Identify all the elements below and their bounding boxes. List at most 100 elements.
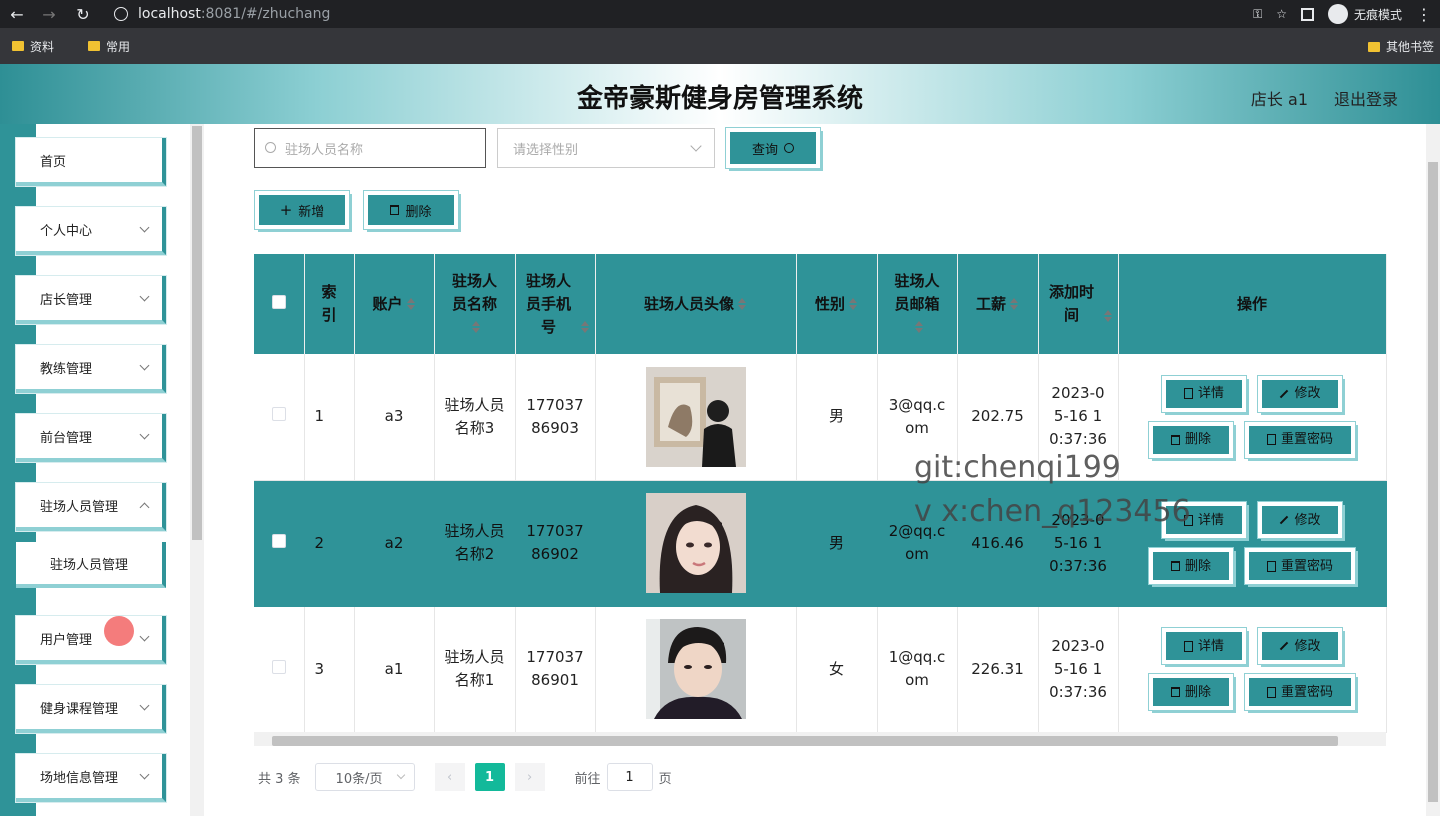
th-added[interactable]: 添加时间 [1038,254,1119,354]
add-button[interactable]: + 新增 [255,191,349,229]
key-icon[interactable]: ⚿ [1253,7,1262,22]
th-account[interactable]: 账户 [354,254,435,354]
sidebar-item-manager[interactable]: 店长管理 [16,276,166,324]
avatar[interactable] [645,493,746,593]
sort-icon[interactable] [738,298,747,310]
goto-page-input[interactable]: 1 [606,763,653,791]
th-label: 添加时间 [1048,283,1094,324]
delete-button[interactable]: 删除 [1149,674,1233,710]
sidebar-item-users[interactable]: 用户管理 [16,616,166,664]
th-label: 驻场人员头像 [643,294,734,313]
add-label: 新增 [298,204,325,220]
avatar[interactable] [645,366,746,467]
sort-icon[interactable] [849,298,858,310]
sidebar-item-courses[interactable]: 健身课程管理 [16,685,166,733]
th-salary[interactable]: 工薪 [957,254,1039,354]
row-actions: 详情 修改 删除 重置密码 [1119,628,1386,710]
cell-phone: 17703786901 [515,606,596,733]
th-avatar[interactable]: 驻场人员头像 [595,254,797,354]
sidebar-item-venues[interactable]: 场地信息管理 [16,754,166,802]
main-scroll-thumb[interactable] [1428,162,1438,802]
detail-button[interactable]: 详情 [1162,628,1246,664]
delete-label: 删除 [1184,432,1211,448]
bookmark-folder-changyong[interactable]: 常用 [88,38,130,55]
detail-button[interactable]: 详情 [1162,375,1246,412]
table-scroll-thumb[interactable] [272,736,1338,746]
page-size-select[interactable]: 10条/页 [314,763,415,791]
th-phone[interactable]: 驻场人员手机号 [515,254,596,354]
star-icon[interactable]: ☆ [1276,7,1287,21]
avatar[interactable] [645,619,746,719]
th-index: 索引 [304,254,355,354]
prev-page-button[interactable]: ‹ [434,763,465,791]
reload-icon[interactable]: ↻ [72,3,94,25]
page-number-current[interactable]: 1 [474,763,505,791]
search-icon [784,143,794,153]
sidebar-item-staff[interactable]: 驻场人员管理 [16,483,166,531]
chevron-down-icon [139,769,150,780]
th-label: 驻场人员名称 [451,271,497,313]
sort-icon[interactable] [472,321,481,333]
app-title: 金帝豪斯健身房管理系统 [576,84,863,114]
select-all-checkbox[interactable] [271,294,286,309]
cell-name: 驻场人员名称3 [434,354,516,481]
bookmark-label: 资料 [30,39,55,54]
row-checkbox[interactable] [271,407,286,422]
detail-label: 详情 [1197,638,1224,654]
trash-icon [1170,434,1180,445]
edit-button[interactable]: 修改 [1258,502,1342,538]
table-row: 3 a1 驻场人员名称1 17703786901 女 1@qq.com 226.… [254,606,1387,733]
forward-arrow-icon[interactable]: → [38,3,60,25]
cell-name-text: 驻场人员名称3 [444,395,505,437]
sidebar-item-coach[interactable]: 教练管理 [16,345,166,393]
next-page-button[interactable]: › [514,763,545,791]
folder-icon [88,41,101,51]
logout-link[interactable]: 退出登录 [1334,86,1398,110]
th-gender[interactable]: 性别 [796,254,878,354]
sidebar-item-frontdesk[interactable]: 前台管理 [16,414,166,462]
chevron-down-icon [139,700,150,711]
delete-button[interactable]: 删除 [1149,421,1233,458]
th-name[interactable]: 驻场人员名称 [434,254,516,354]
menu-dots-icon[interactable]: ⋮ [1416,5,1432,24]
th-email[interactable]: 驻场人员邮箱 [877,254,958,354]
th-label: 操作 [1236,294,1267,313]
sort-icon[interactable] [914,321,924,333]
edit-button[interactable]: 修改 [1258,375,1342,412]
incognito-indicator[interactable]: 无痕模式 [1327,4,1402,24]
row-checkbox[interactable] [271,659,286,674]
sort-icon[interactable] [406,298,416,310]
delete-button[interactable]: 删除 [1149,548,1233,584]
incognito-label: 无痕模式 [1353,7,1402,22]
sort-icon[interactable] [1103,309,1113,322]
row-select-cell [254,606,305,733]
sidebar-item-home[interactable]: 首页 [16,138,166,186]
reset-password-button[interactable]: 重置密码 [1245,548,1355,584]
other-bookmarks[interactable]: 其他书签 [1367,38,1434,55]
th-label: 工薪 [975,294,1006,313]
sidebar-toggle-icon[interactable] [1300,7,1314,21]
query-button[interactable]: 查询 [726,128,820,168]
sidebar-item-profile[interactable]: 个人中心 [16,207,166,255]
cell-phone-text: 17703786902 [526,522,584,563]
batch-delete-button[interactable]: 删除 [364,191,458,229]
sidebar-scroll-thumb[interactable] [192,126,202,540]
chevron-down-icon [139,291,150,302]
edit-button[interactable]: 修改 [1258,628,1342,664]
sidebar-subitem-staff-management[interactable]: 驻场人员管理 [16,542,166,588]
reset-password-button[interactable]: 重置密码 [1245,421,1355,458]
address-bar[interactable]: localhost:8081/#/zhuchang [104,2,1274,26]
reset-password-button[interactable]: 重置密码 [1245,674,1355,710]
sort-icon[interactable] [1010,298,1019,310]
bookmark-folder-ziliao[interactable]: 资料 [12,38,54,55]
back-arrow-icon[interactable]: ← [6,3,28,25]
sidebar-item-label: 驻场人员管理 [40,499,119,515]
gender-select[interactable]: 请选择性别 [497,128,715,168]
pencil-icon [1280,515,1289,525]
th-label: 账户 [372,294,403,313]
search-input[interactable]: 驻场人员名称 [254,128,486,168]
info-icon[interactable] [114,7,128,21]
cell-email: 1@qq.com [877,606,958,733]
sort-icon[interactable] [580,321,590,333]
row-checkbox[interactable] [271,533,286,548]
